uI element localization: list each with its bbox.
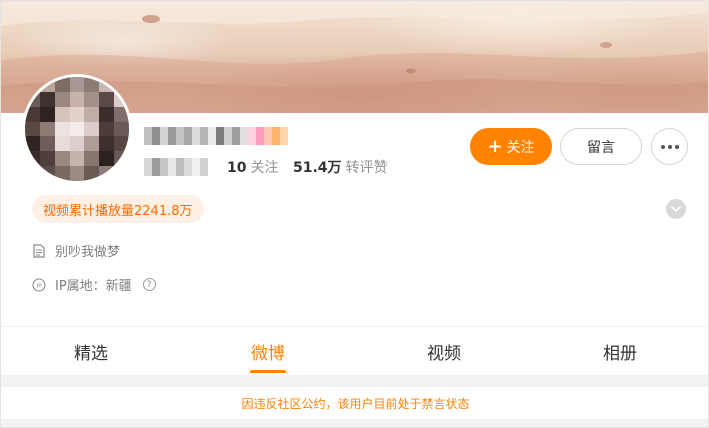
stat-following[interactable]: 10 关注 xyxy=(227,157,278,177)
tab-albums-label: 相册 xyxy=(603,343,637,364)
plus-icon: + xyxy=(487,135,503,157)
section-separator-bottom xyxy=(1,419,708,427)
document-icon xyxy=(31,243,46,258)
tab-videos[interactable]: 视频 xyxy=(404,327,484,375)
tab-videos-label: 视频 xyxy=(427,343,461,364)
message-button-label: 留言 xyxy=(587,139,615,156)
ip-location-row: IP IP属地：新疆 ? xyxy=(31,275,156,294)
avatar-pixelated-image xyxy=(25,77,129,181)
message-button[interactable]: 留言 xyxy=(560,128,642,165)
chevron-down-icon[interactable] xyxy=(666,199,686,219)
stat-reposts-label: 转评赞 xyxy=(345,160,388,176)
avatar[interactable] xyxy=(22,74,132,184)
tab-featured-label: 精选 xyxy=(74,343,108,364)
stat-following-label: 关注 xyxy=(250,160,279,176)
bio-row: 别吵我做梦 xyxy=(31,241,120,260)
ip-location-text: IP属地：新疆 xyxy=(55,279,132,294)
stat-reposts-likes[interactable]: 51.4万 转评赞 xyxy=(293,157,388,177)
follow-button-label: 关注 xyxy=(506,139,535,156)
bio-text: 别吵我做梦 xyxy=(55,245,121,260)
tab-weibo-label: 微博 xyxy=(251,343,285,364)
stat-reposts-value: 51.4万 xyxy=(293,160,342,176)
profile-page: 10 关注 51.4万 转评赞 + 关注 留言 视频累计播放量2241.8万 别… xyxy=(0,0,709,428)
video-play-count-badge[interactable]: 视频累计播放量2241.8万 xyxy=(32,195,204,223)
question-icon[interactable]: ? xyxy=(142,278,156,291)
profile-tabs: 精选 微博 视频 相册 xyxy=(1,327,708,375)
ip-icon: IP xyxy=(31,277,46,292)
section-separator xyxy=(1,375,708,387)
username-redacted xyxy=(144,127,304,145)
tab-weibo[interactable]: 微博 xyxy=(228,327,308,375)
more-dots-icon[interactable] xyxy=(651,128,688,165)
ban-notice-text: 因违反社区公约，该用户目前处于禁言状态 xyxy=(241,396,470,411)
tab-featured[interactable]: 精选 xyxy=(51,327,131,375)
active-tab-indicator xyxy=(250,370,286,373)
video-play-count-text: 视频累计播放量2241.8万 xyxy=(43,203,193,219)
ban-notice: 因违反社区公约，该用户目前处于禁言状态 xyxy=(1,387,708,419)
svg-text:IP: IP xyxy=(36,283,42,289)
follow-button[interactable]: + 关注 xyxy=(470,128,552,165)
stat-following-value: 10 xyxy=(227,160,247,176)
fans-count-redacted xyxy=(144,158,208,176)
tab-albums[interactable]: 相册 xyxy=(580,327,660,375)
